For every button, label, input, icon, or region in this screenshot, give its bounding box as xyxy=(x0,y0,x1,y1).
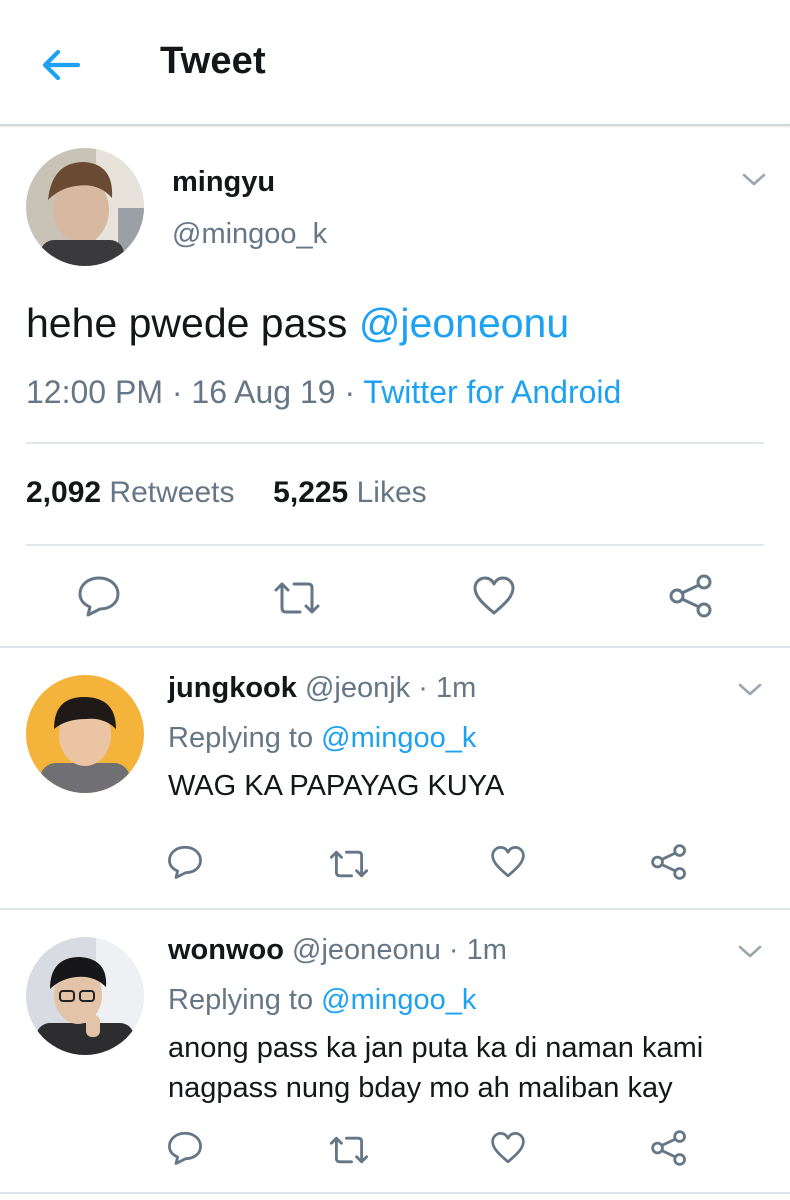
author-handle[interactable]: @mingoo_k xyxy=(172,218,327,251)
heart-icon xyxy=(473,576,515,615)
share-icon xyxy=(651,844,686,880)
replying-prefix: Replying to xyxy=(168,722,322,754)
tweet-timestamp: 12:00 PM · 16 Aug 19 · xyxy=(26,374,364,410)
heart-icon xyxy=(491,846,525,878)
avatar-photo xyxy=(26,675,144,793)
replying-to-link[interactable]: @mingoo_k xyxy=(321,722,476,754)
tweet-source-link[interactable]: Twitter for Android xyxy=(363,374,621,410)
likes-stat[interactable]: 5,225 Likes xyxy=(273,476,426,509)
like-button[interactable] xyxy=(490,845,526,879)
avatar[interactable] xyxy=(26,148,144,266)
reply-button[interactable] xyxy=(166,844,204,880)
retweet-icon xyxy=(274,582,320,614)
chevron-down-icon xyxy=(738,683,762,696)
share-button[interactable] xyxy=(650,1130,688,1166)
retweet-button[interactable] xyxy=(328,847,370,881)
avatar-photo xyxy=(26,148,144,266)
replying-prefix: Replying to xyxy=(168,984,322,1016)
reply-author-handle[interactable]: @jeonjk xyxy=(305,672,410,704)
reply-text: anong pass ka jan puta ka di naman kami … xyxy=(168,1032,704,1104)
divider xyxy=(26,442,764,444)
retweets-label: Retweets xyxy=(109,476,235,509)
divider xyxy=(26,544,764,546)
reply-text: WAG KA PAPAYAG KUYA xyxy=(168,770,505,802)
reply-icon xyxy=(78,576,120,617)
reply-menu-button[interactable] xyxy=(736,680,764,700)
tweet-stats: 2,092 Retweets 5,225 Likes xyxy=(26,476,427,510)
retweet-icon xyxy=(329,850,369,878)
avatar-photo xyxy=(26,937,144,1055)
reply-author-handle[interactable]: @jeoneonu xyxy=(292,934,441,966)
tweet-text: hehe pwede pass @jeoneonu xyxy=(26,300,569,347)
share-button[interactable] xyxy=(650,844,688,880)
reply-author-name[interactable]: jungkook xyxy=(168,672,297,704)
retweet-button[interactable] xyxy=(272,578,322,618)
retweets-stat[interactable]: 2,092 Retweets xyxy=(26,476,234,509)
reply-author-name[interactable]: wonwoo xyxy=(168,934,284,966)
divider xyxy=(0,908,790,910)
replying-to: Replying to @mingoo_k xyxy=(168,722,476,755)
reply-button[interactable] xyxy=(166,1130,204,1166)
retweets-count: 2,092 xyxy=(26,476,102,509)
replying-to-link[interactable]: @mingoo_k xyxy=(321,984,476,1016)
share-icon xyxy=(669,574,712,618)
avatar[interactable] xyxy=(26,937,144,1055)
reply-icon xyxy=(168,1131,202,1165)
reply-header: wonwoo @jeoneonu · 1m xyxy=(168,934,507,967)
replying-to: Replying to @mingoo_k xyxy=(168,984,476,1017)
share-button[interactable] xyxy=(668,574,714,618)
page-title: Tweet xyxy=(160,40,266,82)
tweet-menu-button[interactable] xyxy=(740,170,768,190)
arrow-left-icon xyxy=(42,49,81,81)
reply-header: jungkook @jeonjk · 1m xyxy=(168,672,476,705)
like-button[interactable] xyxy=(472,575,516,617)
likes-count: 5,225 xyxy=(273,476,349,509)
reply-time: · 1m xyxy=(418,672,477,704)
chevron-down-icon xyxy=(738,945,762,958)
author-name[interactable]: mingyu xyxy=(172,166,275,199)
heart-icon xyxy=(491,1132,525,1164)
tweet-meta: 12:00 PM · 16 Aug 19 · Twitter for Andro… xyxy=(26,374,621,411)
divider xyxy=(0,646,790,648)
avatar[interactable] xyxy=(26,675,144,793)
top-app-bar: Tweet xyxy=(0,0,790,126)
reply-time: · 1m xyxy=(448,934,507,966)
retweet-icon xyxy=(329,1136,369,1164)
retweet-button[interactable] xyxy=(328,1133,370,1167)
divider xyxy=(0,1192,790,1194)
share-icon xyxy=(651,1130,686,1166)
reply-button[interactable] xyxy=(76,574,122,618)
tweet-body: hehe pwede pass xyxy=(26,300,359,346)
reply-icon xyxy=(168,845,202,879)
mention-link[interactable]: @jeoneonu xyxy=(359,300,569,346)
likes-label: Likes xyxy=(356,476,427,509)
chevron-down-icon xyxy=(742,173,766,186)
reply-menu-button[interactable] xyxy=(736,942,764,962)
like-button[interactable] xyxy=(490,1131,526,1165)
back-button[interactable] xyxy=(38,42,84,88)
